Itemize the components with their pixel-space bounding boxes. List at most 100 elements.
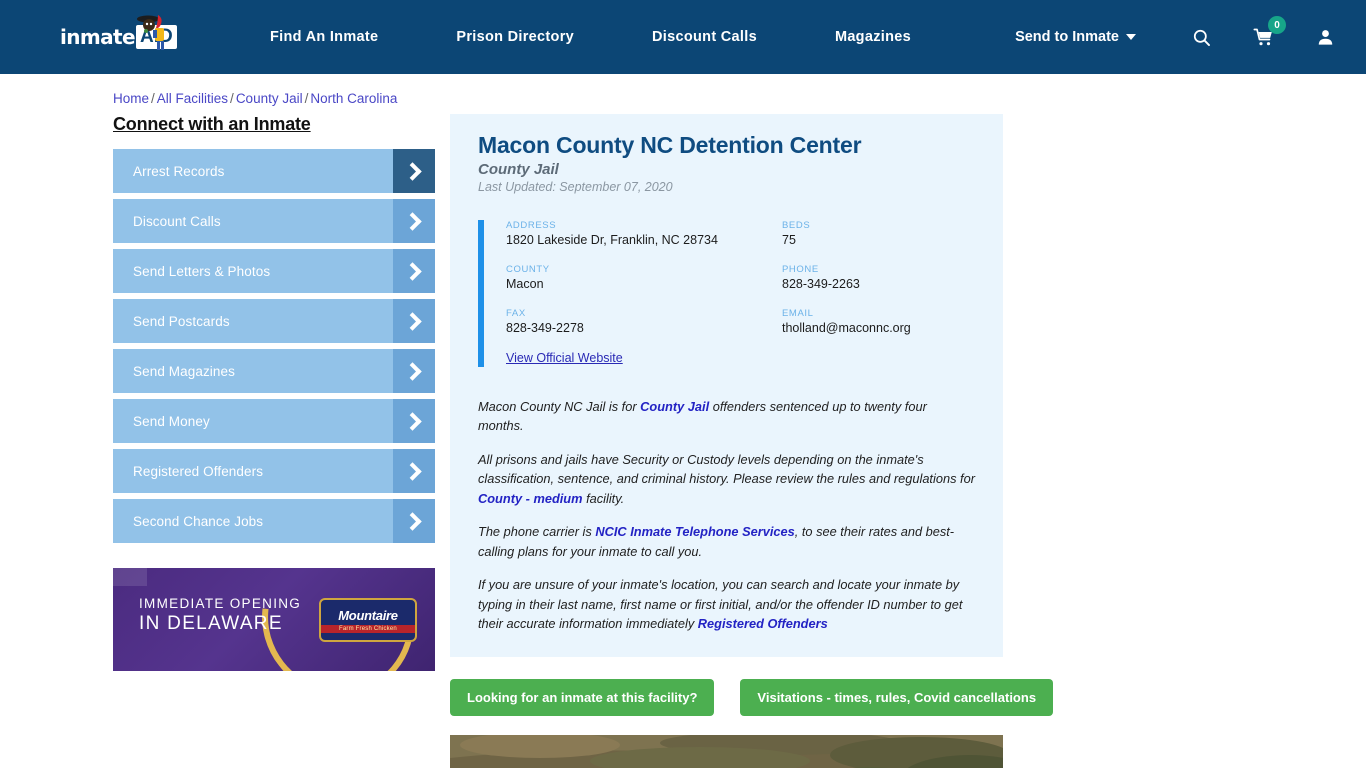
chevron-right-icon [393,299,435,343]
logo-aid-badge: AID [135,25,177,49]
field-label: ADDRESS [506,220,557,231]
facility-info-block: ADDRESS 1820 Lakeside Dr, Franklin, NC 2… [478,220,975,367]
page-title: Macon County NC Detention Center [478,132,862,158]
breadcrumb-item-north-carolina[interactable]: North Carolina [310,91,397,106]
main-content: Macon County NC Detention Center County … [450,114,1054,768]
ad-corner-decoration [113,568,147,586]
facility-info-grid: ADDRESS 1820 Lakeside Dr, Franklin, NC 2… [506,220,975,335]
search-icon [1193,29,1210,46]
facility-aerial-image[interactable] [450,735,1003,768]
ad-text: IMMEDIATE OPENING IN DELAWARE [139,596,301,635]
breadcrumb-separator: / [304,91,309,106]
field-value: 828-349-2278 [506,321,584,335]
user-icon [1318,29,1332,45]
field-label: COUNTY [506,264,550,275]
field-value: tholland@maconnc.org [782,321,911,335]
field-label: FAX [506,308,526,319]
sidebar-item-send-money[interactable]: Send Money [113,399,435,443]
ad-advertiser-logo: Mountaire Farm Fresh Chicken [319,598,417,642]
sidebar-item-label: Discount Calls [133,213,221,229]
breadcrumb-separator: / [230,91,234,106]
breadcrumb-separator: / [151,91,155,106]
chevron-down-icon [1126,34,1136,40]
cart-button[interactable]: 0 [1246,16,1286,54]
field-label: EMAIL [782,308,814,319]
visitations-button[interactable]: Visitations - times, rules, Covid cancel… [740,679,1054,717]
field-address: ADDRESS 1820 Lakeside Dr, Franklin, NC 2… [506,220,782,247]
description-paragraph-1: Macon County NC Jail is for County Jail … [478,397,975,436]
field-phone: PHONE 828-349-2263 [782,264,975,291]
nav-item-magazines[interactable]: Magazines [835,19,911,55]
advertisement-banner[interactable]: IMMEDIATE OPENING IN DELAWARE Mountaire … [113,568,435,671]
sidebar-heading: Connect with an Inmate [113,114,311,134]
sidebar-item-discount-calls[interactable]: Discount Calls [113,199,435,243]
sidebar-item-label: Second Chance Jobs [133,513,264,529]
field-value: 1820 Lakeside Dr, Franklin, NC 28734 [506,233,718,247]
sidebar-item-label: Send Magazines [133,363,235,379]
chevron-right-icon [393,399,435,443]
sidebar-item-send-letters-photos[interactable]: Send Letters & Photos [113,249,435,293]
chevron-right-icon [393,499,435,543]
sidebar-item-send-magazines[interactable]: Send Magazines [113,349,435,393]
nav-item-find-an-inmate[interactable]: Find An Inmate [270,19,378,55]
nav-item-discount-calls[interactable]: Discount Calls [652,19,757,55]
sidebar-item-label: Arrest Records [133,163,225,179]
facility-panel: Macon County NC Detention Center County … [450,114,1003,658]
logo-wordmark: inmate [60,25,136,49]
facility-type: County Jail [478,161,559,178]
chevron-right-icon [393,349,435,393]
top-navigation-bar: inmate AID Find An Inmate Prison Director… [0,0,1366,74]
chevron-right-icon [393,449,435,493]
nav-item-send-to-inmate[interactable]: Send to Inmate [1015,29,1136,45]
description-paragraph-4: If you are unsure of your inmate's locat… [478,575,975,633]
description-paragraph-3: The phone carrier is NCIC Inmate Telepho… [478,522,975,561]
sidebar-item-label: Send Letters & Photos [133,263,271,279]
facility-last-updated: Last Updated: September 07, 2020 [478,180,673,194]
link-registered-offenders[interactable]: Registered Offenders [698,616,828,631]
field-email: EMAIL tholland@maconnc.org [782,308,975,335]
aerial-photo-graphic [450,735,1003,768]
field-county: COUNTY Macon [506,264,782,291]
sidebar-item-send-postcards[interactable]: Send Postcards [113,299,435,343]
sidebar-item-label: Registered Offenders [133,463,264,479]
description-paragraph-2: All prisons and jails have Security or C… [478,450,975,508]
chevron-right-icon [393,199,435,243]
chevron-right-icon [393,249,435,293]
ad-headline-line2: IN DELAWARE [139,613,283,634]
accent-bar [478,220,484,367]
sidebar: Connect with an Inmate Arrest Records Di… [113,114,435,768]
main-nav-links: Find An Inmate Prison Directory Discount… [270,19,911,55]
breadcrumb-item-home[interactable]: Home [113,91,149,106]
ad-logo-name: Mountaire [338,607,398,623]
link-ncic-inmate-telephone-services[interactable]: NCIC Inmate Telephone Services [595,524,794,539]
sidebar-item-registered-offenders[interactable]: Registered Offenders [113,449,435,493]
field-value: Macon [506,277,544,291]
sidebar-item-second-chance-jobs[interactable]: Second Chance Jobs [113,499,435,543]
nav-item-prison-directory[interactable]: Prison Directory [456,19,574,55]
field-label: PHONE [782,264,819,275]
sidebar-item-arrest-records[interactable]: Arrest Records [113,149,435,193]
link-county-jail[interactable]: County Jail [640,399,709,414]
ad-logo-tagline: Farm Fresh Chicken [321,624,415,633]
inmate-search-button[interactable]: Looking for an inmate at this facility? [450,679,715,717]
breadcrumb: Home / All Facilities / County Jail / North Ca… [0,74,1366,106]
account-button[interactable] [1308,20,1342,54]
page-body: Home / All Facilities / County Jail / North Ca… [0,74,1366,768]
desc-text: The phone carrier is [478,524,596,540]
link-county-medium[interactable]: County - medium [478,491,583,506]
search-button[interactable] [1184,20,1218,54]
desc-text: Macon County NC Jail is for [478,399,641,414]
view-official-website-link[interactable]: View Official Website [506,351,623,365]
site-logo[interactable]: inmate AID [60,15,182,59]
cart-count-badge: 0 [1268,16,1286,34]
breadcrumb-item-all-facilities[interactable]: All Facilities [157,91,228,106]
nav-right-actions: Send to Inmate 0 [1015,16,1342,54]
breadcrumb-item-county-jail[interactable]: County Jail [236,91,303,106]
sidebar-item-label: Send Money [133,413,210,429]
send-to-inmate-label: Send to Inmate [1015,29,1119,45]
cta-button-row: Looking for an inmate at this facility? … [450,679,1054,717]
ad-headline-line1: IMMEDIATE OPENING [139,596,302,611]
desc-text: All prisons and jails have Security or C… [478,451,975,487]
field-beds: BEDS 75 [782,220,975,247]
field-value: 75 [782,233,796,247]
